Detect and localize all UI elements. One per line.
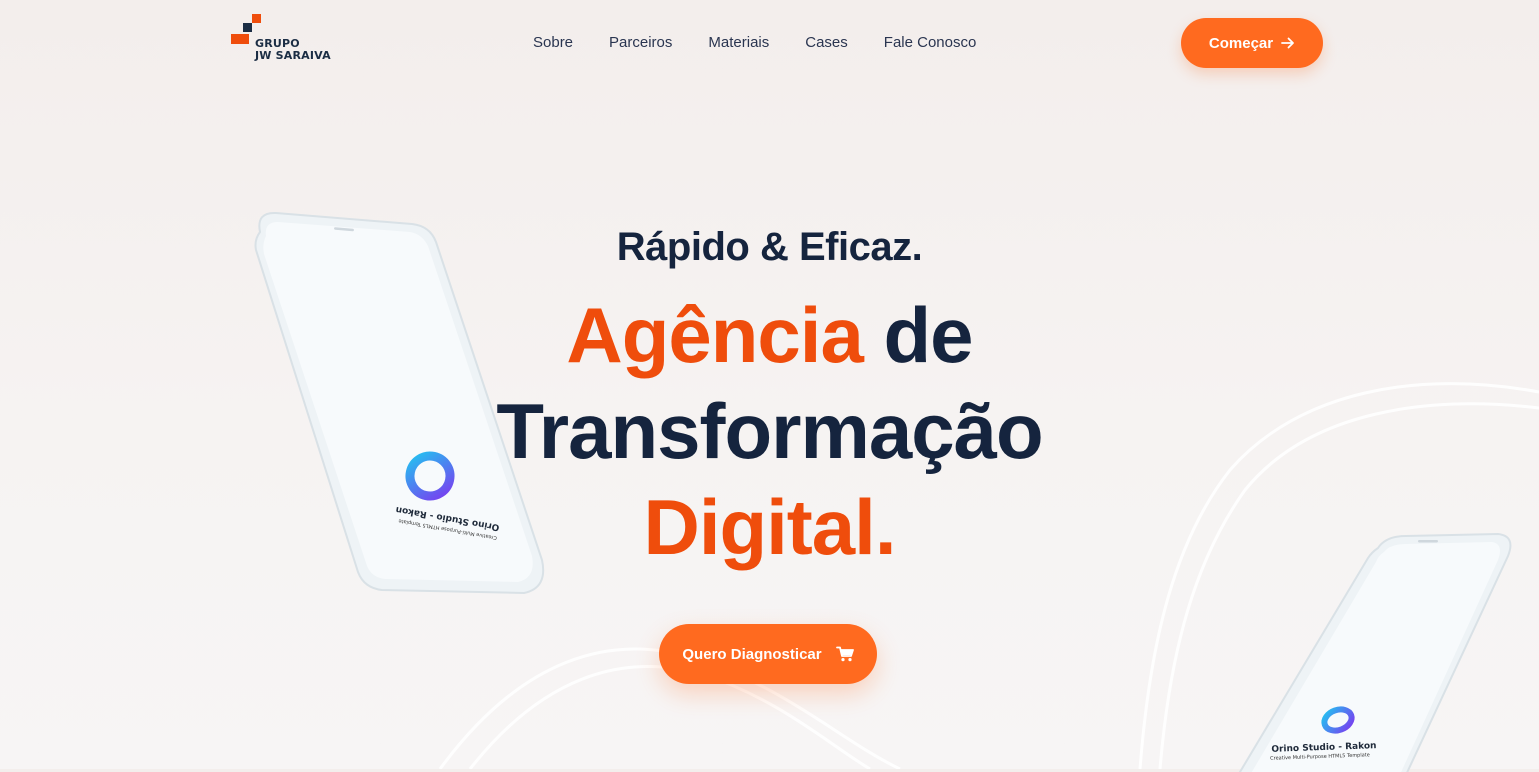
site-header: GRUPO JW SARAIVA Sobre Parceiros Materia… [0, 0, 1539, 86]
headline-connector: de [862, 291, 974, 379]
brand-wordmark: GRUPO JW SARAIVA [255, 38, 331, 62]
arrow-right-icon [1281, 37, 1294, 49]
nav-item-parceiros[interactable]: Parceiros [609, 34, 672, 54]
hero-headline-line-3: Digital. [643, 483, 896, 571]
brand-line-2: JW SARAIVA [255, 49, 331, 62]
quero-diagnosticar-button[interactable]: Quero Diagnosticar [659, 624, 877, 684]
main-nav: Sobre Parceiros Materiais Cases Fale Con… [533, 34, 976, 54]
cart-icon [835, 646, 854, 662]
quero-diagnosticar-label: Quero Diagnosticar [682, 645, 822, 663]
hero-eyebrow: Rápido & Eficaz. [616, 225, 923, 269]
brand-logo[interactable]: GRUPO JW SARAIVA [231, 14, 343, 62]
nav-item-fale-conosco[interactable]: Fale Conosco [884, 34, 977, 54]
hero-headline-line-2: Transformação [496, 387, 1043, 475]
comecar-label: Começar [1208, 34, 1274, 52]
nav-item-materiais[interactable]: Materiais [708, 34, 769, 54]
nav-item-cases[interactable]: Cases [805, 34, 848, 54]
nav-item-sobre[interactable]: Sobre [533, 34, 573, 54]
comecar-button[interactable]: Começar [1181, 18, 1323, 68]
hero-headline-line-1: Agência de [0, 290, 1539, 381]
headline-accent-word: Agência [566, 291, 863, 379]
